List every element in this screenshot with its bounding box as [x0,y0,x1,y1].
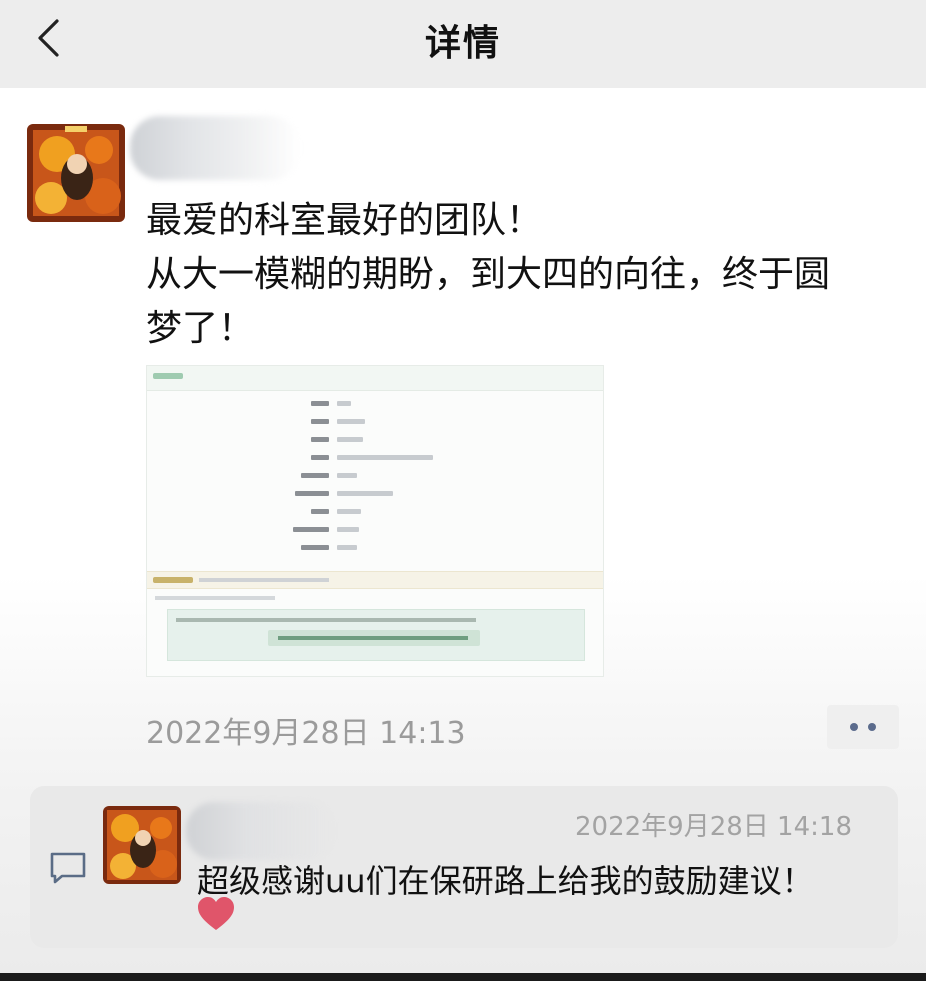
image-row [147,399,603,409]
avatar-image [103,806,181,884]
post-image[interactable] [146,365,604,677]
comment-timestamp: 2022年9月28日 14:18 [575,812,852,842]
image-row [147,453,603,463]
image-confirm-button [268,630,480,646]
image-header [147,366,603,391]
post-line: 从大一模糊的期盼，到大四的向往，终于圆 [146,254,831,295]
image-notice-panel [167,609,585,661]
more-dots-icon [850,723,858,731]
heart-icon [198,897,234,930]
avatar-image [27,124,125,222]
image-row [147,489,603,499]
image-row [147,471,603,481]
post-timestamp: 2022年9月28日 14:13 [146,716,466,751]
comment-section: 2022年9月28日 14:18 超级感谢uu们在保研路上给我的鼓励建议！ [30,786,898,948]
post-line: 最爱的科室最好的团队！ [146,200,543,241]
image-row [147,543,603,553]
image-row [147,525,603,535]
more-button[interactable] [827,705,899,749]
username-blurred [130,116,300,180]
commenter-avatar[interactable] [103,806,181,884]
image-row [147,417,603,427]
post-line: 梦了！ [146,308,255,349]
avatar[interactable] [27,124,125,222]
top-bar: 详情 [0,0,926,88]
commenter-name-blurred [186,802,336,860]
comment-text: 超级感谢uu们在保研路上给我的鼓励建议！ [197,862,814,900]
bottom-border [0,973,926,981]
image-row [147,507,603,517]
comment-icon [48,850,88,886]
image-text-line [155,596,275,600]
moment-detail: 最爱的科室最好的团队！ 从大一模糊的期盼，到大四的向往，终于圆 梦了！ 2022… [0,88,926,973]
page-title: 详情 [424,23,501,64]
image-row [147,435,603,445]
image-status-bar [147,571,603,589]
post-text: 最爱的科室最好的团队！ 从大一模糊的期盼，到大四的向往，终于圆 梦了！ [146,194,906,356]
more-dots-icon [868,723,876,731]
